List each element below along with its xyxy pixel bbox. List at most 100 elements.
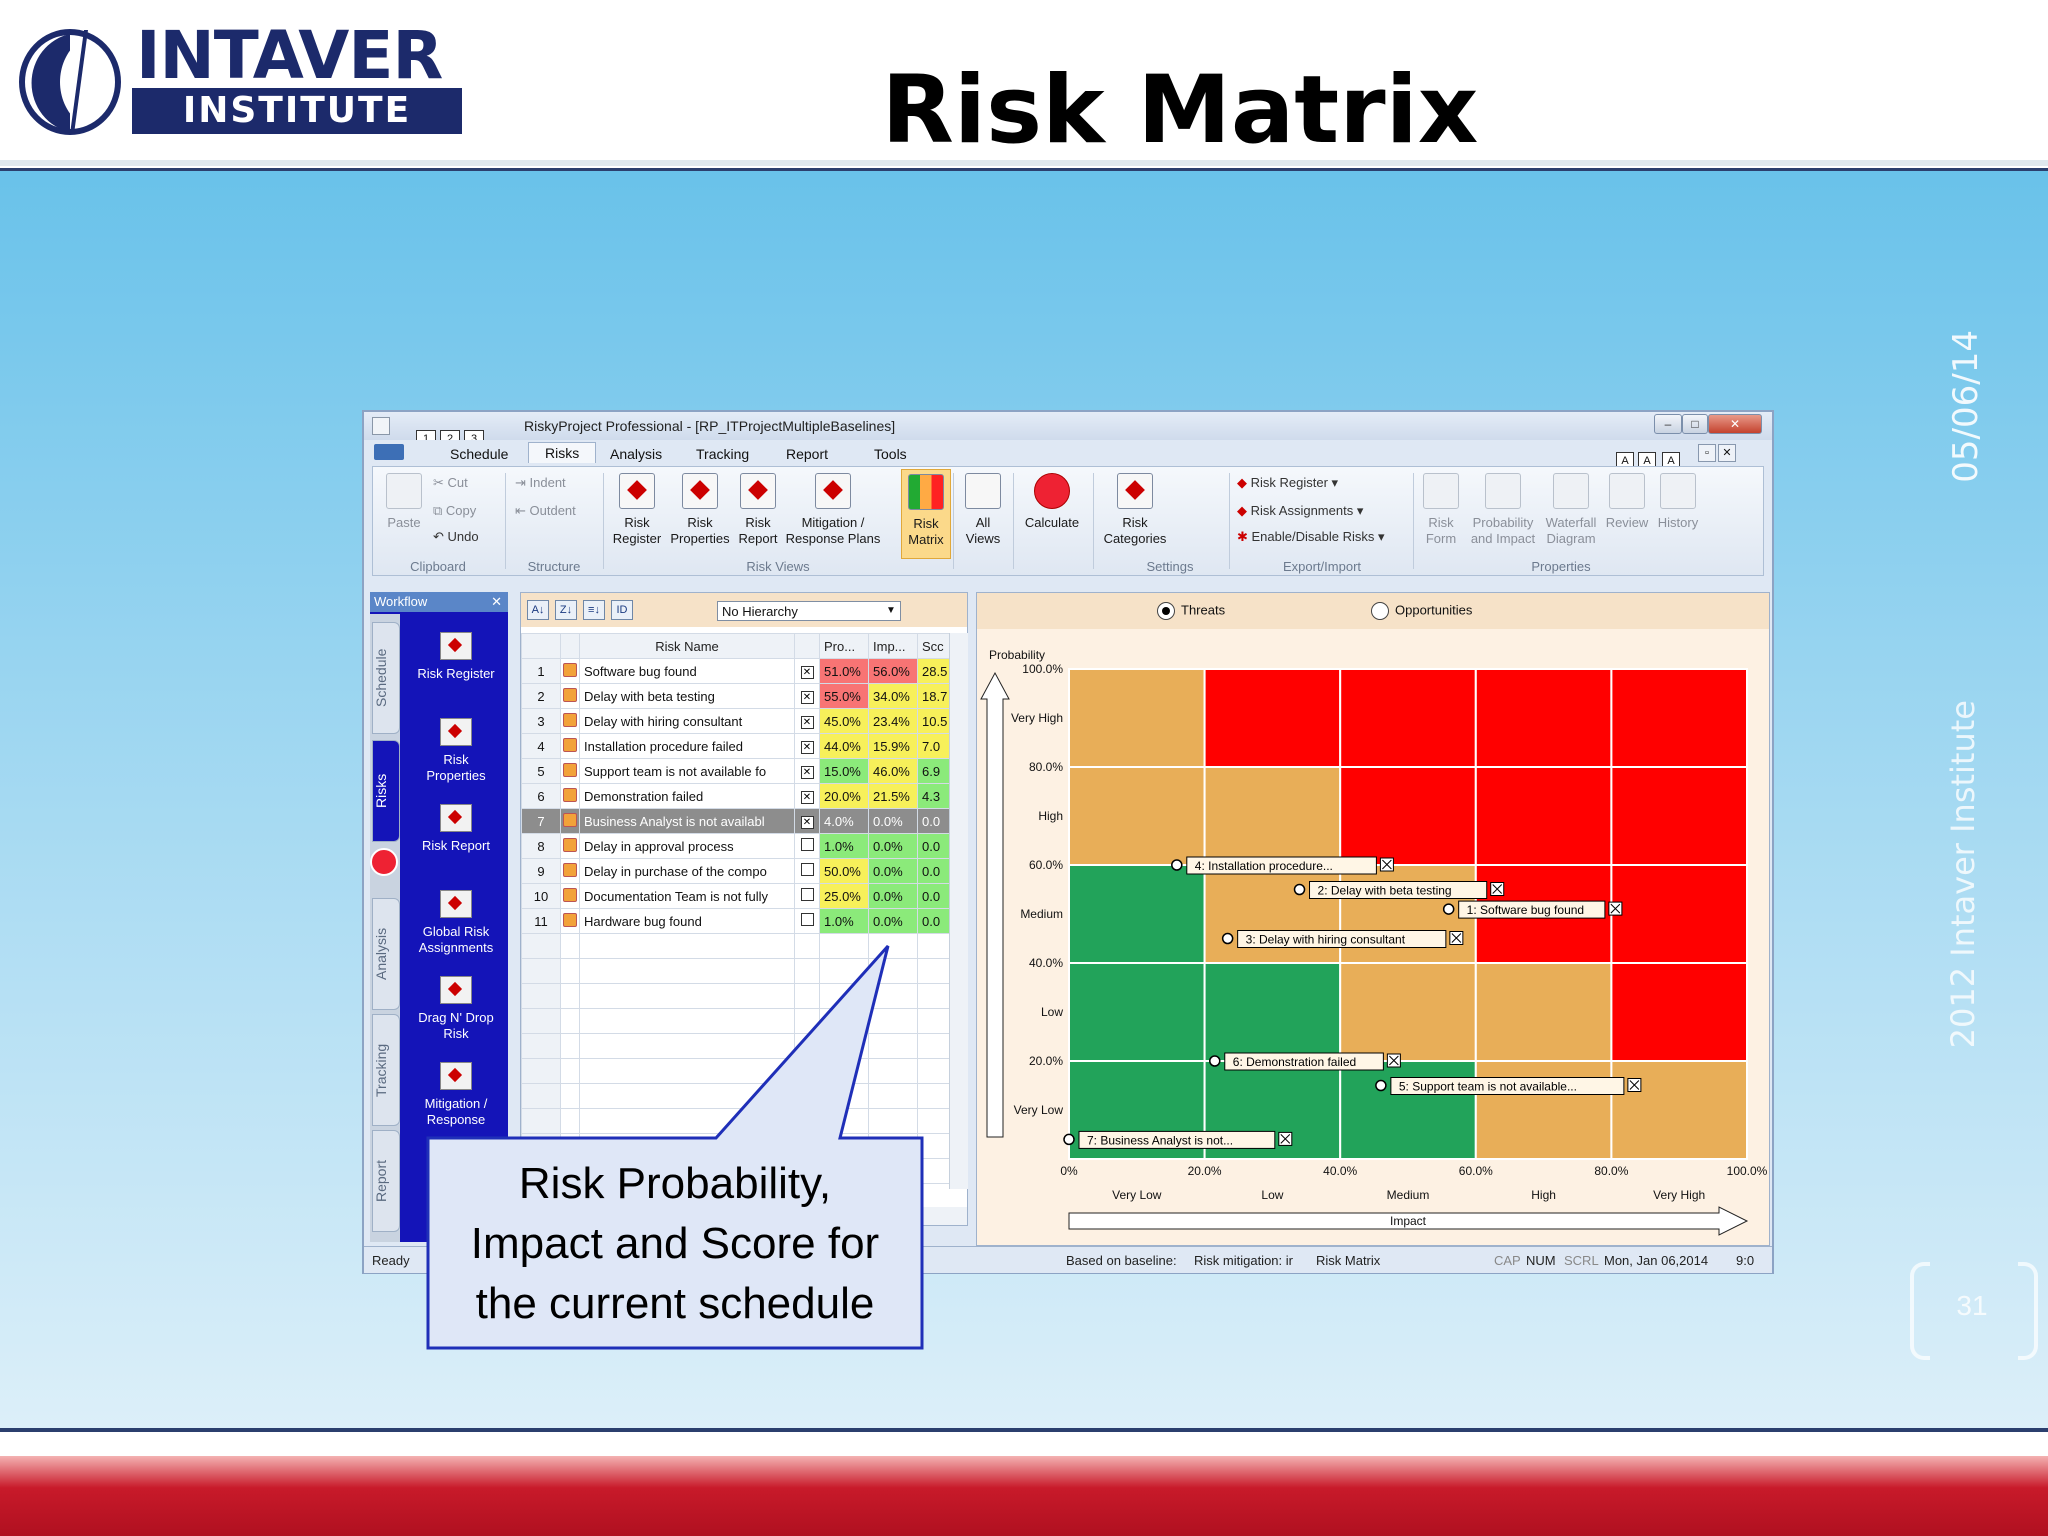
risk-form-button[interactable]: Risk Form [1419,473,1463,547]
file-menu-icon[interactable] [374,444,404,460]
risk-enabled-checkbox[interactable] [794,858,820,884]
risk-enabled-checkbox[interactable]: ✕ [794,683,820,709]
risk-label[interactable]: 3: Delay with hiring consultant [1246,933,1406,947]
workflow-tab-schedule[interactable]: Schedule [372,622,400,734]
risk-marker[interactable] [1293,883,1306,896]
risk-register-button[interactable]: Risk Register [611,473,663,547]
tab-tools[interactable]: Tools [874,444,907,464]
undo-button[interactable]: ↶ Undo [433,529,479,545]
export-risk-assignments-button[interactable]: ◆ Risk Assignments ▾ [1237,503,1363,519]
probability-impact-button[interactable]: Probability and Impact [1467,473,1539,547]
risk-marker[interactable] [1442,903,1455,915]
maximize-icon[interactable]: □ [1682,414,1708,434]
risk-enabled-checkbox[interactable]: ✕ [794,758,820,784]
table-row[interactable]: 6 Demonstration failed ✕ 20.0% 21.5% 4.3 [521,783,967,809]
risk-enabled-checkbox[interactable]: ✕ [794,708,820,734]
risk-name-cell[interactable]: Software bug found [579,658,795,684]
sort-descending-icon[interactable]: Z↓ [555,600,577,620]
tab-risks[interactable]: Risks [528,442,597,463]
tab-schedule[interactable]: Schedule [450,444,508,464]
risk-marker[interactable] [1063,1133,1075,1146]
risk-name-cell[interactable]: Documentation Team is not fully [579,883,795,909]
cut-button[interactable]: ✂ Cut [433,475,468,491]
calculate-round-icon[interactable] [370,848,398,876]
workflow-tab-risks[interactable]: Risks [372,740,400,842]
risk-enabled-checkbox[interactable] [794,833,820,859]
risk-name-cell[interactable]: Support team is not available fo [579,758,795,784]
risk-enabled-checkbox[interactable]: ✕ [794,733,820,759]
column-header-probability[interactable]: Pro... [819,633,869,659]
tab-tracking[interactable]: Tracking [696,444,749,464]
table-row[interactable]: 10 Documentation Team is not fully 25.0% 0.… [521,883,967,909]
risk-name-cell[interactable]: Delay with hiring consultant [579,708,795,734]
sort-custom-icon[interactable]: ≡↓ [583,600,605,620]
app-menu-icon[interactable] [372,417,390,435]
table-row[interactable]: 2 Delay with beta testing ✕ 55.0% 34.0% 18.7 [521,683,967,709]
table-row[interactable]: 8 Delay in approval process 1.0% 0.0% 0.0 [521,833,967,859]
opportunities-radio[interactable]: Opportunities [1371,602,1472,620]
risk-label[interactable]: 7: Business Analyst is not... [1087,1133,1233,1147]
close-icon[interactable]: ✕ [491,592,502,612]
risk-label[interactable]: 6: Demonstration failed [1233,1055,1356,1069]
table-row[interactable]: 1 Software bug found ✕ 51.0% 56.0% 28.5 [521,658,967,684]
risk-label[interactable]: 5: Support team is not available... [1399,1080,1577,1094]
grid-vertical-scrollbar[interactable] [949,633,968,1189]
risk-name-cell[interactable]: Business Analyst is not availabl [579,808,795,834]
table-row[interactable]: 7 Business Analyst is not availabl ✕ 4.0% 0.… [521,808,967,834]
close-doc-icon[interactable]: ✕ [1718,444,1736,462]
tab-report[interactable]: Report [786,444,828,464]
indent-button[interactable]: ⇥ Indent [515,475,566,491]
table-row[interactable]: 5 Support team is not available fo ✕ 15.0% 4… [521,758,967,784]
sort-ascending-icon[interactable]: A↓ [527,600,549,620]
workflow-risk-register[interactable]: Risk Register [404,632,508,682]
column-header-risk-name[interactable]: Risk Name [579,633,795,659]
threats-radio[interactable]: Threats [1157,602,1225,620]
risk-enabled-checkbox[interactable]: ✕ [794,808,820,834]
risk-enabled-checkbox[interactable]: ✕ [794,658,820,684]
workflow-risk-report[interactable]: Risk Report [404,804,508,854]
outdent-button[interactable]: ⇤ Outdent [515,503,576,519]
risk-marker[interactable] [1209,1055,1221,1067]
minimize-icon[interactable]: – [1654,414,1682,434]
risk-label[interactable]: 1: Software bug found [1467,903,1584,917]
paste-button[interactable]: Paste [381,473,427,531]
workflow-risk-properties[interactable]: Risk Properties [404,718,508,784]
waterfall-diagram-button[interactable]: Waterfall Diagram [1541,473,1601,547]
risk-categories-button[interactable]: Risk Categories [1099,473,1171,547]
export-risk-register-button[interactable]: ◆ Risk Register ▾ [1237,475,1338,491]
risk-label[interactable]: 2: Delay with beta testing [1318,884,1452,898]
risk-name-cell[interactable]: Installation procedure failed [579,733,795,759]
risk-name-cell[interactable]: Delay in approval process [579,833,795,859]
risk-name-cell[interactable]: Demonstration failed [579,783,795,809]
risk-label[interactable]: 4: Installation procedure... [1195,859,1333,873]
risk-properties-button[interactable]: Risk Properties [667,473,733,547]
copy-button[interactable]: ⧉ Copy [433,503,476,519]
calculate-button[interactable]: Calculate [1019,473,1085,531]
all-views-button[interactable]: All Views [959,473,1007,547]
risk-name-cell[interactable]: Delay with beta testing [579,683,795,709]
workflow-tab-analysis[interactable]: Analysis [372,898,400,1010]
table-row[interactable]: 3 Delay with hiring consultant ✕ 45.0% 23.4%… [521,708,967,734]
history-button[interactable]: History [1653,473,1703,531]
table-row[interactable]: 9 Delay in purchase of the compo 50.0% 0.0%… [521,858,967,884]
mitigation-response-plans-button[interactable]: Mitigation / Response Plans [783,473,883,547]
column-header-impact[interactable]: Imp... [868,633,918,659]
risk-marker[interactable] [1221,932,1234,945]
sort-id-icon[interactable]: ID [611,600,633,620]
enable-disable-risks-button[interactable]: ✱ Enable/Disable Risks ▾ [1237,529,1385,545]
risk-name-cell[interactable]: Delay in purchase of the compo [579,858,795,884]
workflow-tab-tracking[interactable]: Tracking [372,1014,400,1126]
review-button[interactable]: Review [1603,473,1651,531]
risk-report-button[interactable]: Risk Report [735,473,781,547]
tab-analysis[interactable]: Analysis [610,444,662,464]
risk-marker[interactable] [1375,1079,1387,1092]
risk-marker[interactable] [1171,859,1183,871]
close-icon[interactable]: ✕ [1708,414,1762,434]
table-row[interactable]: 4 Installation procedure failed ✕ 44.0% 15.9… [521,733,967,759]
risk-enabled-checkbox[interactable]: ✕ [794,783,820,809]
risk-enabled-checkbox[interactable] [794,883,820,909]
workflow-tab-report[interactable]: Report [372,1130,400,1232]
risk-matrix-button[interactable]: Risk Matrix [901,469,951,559]
restore-doc-icon[interactable]: ▫ [1698,444,1716,462]
hierarchy-select[interactable]: No Hierarchy ▼ [717,601,901,621]
